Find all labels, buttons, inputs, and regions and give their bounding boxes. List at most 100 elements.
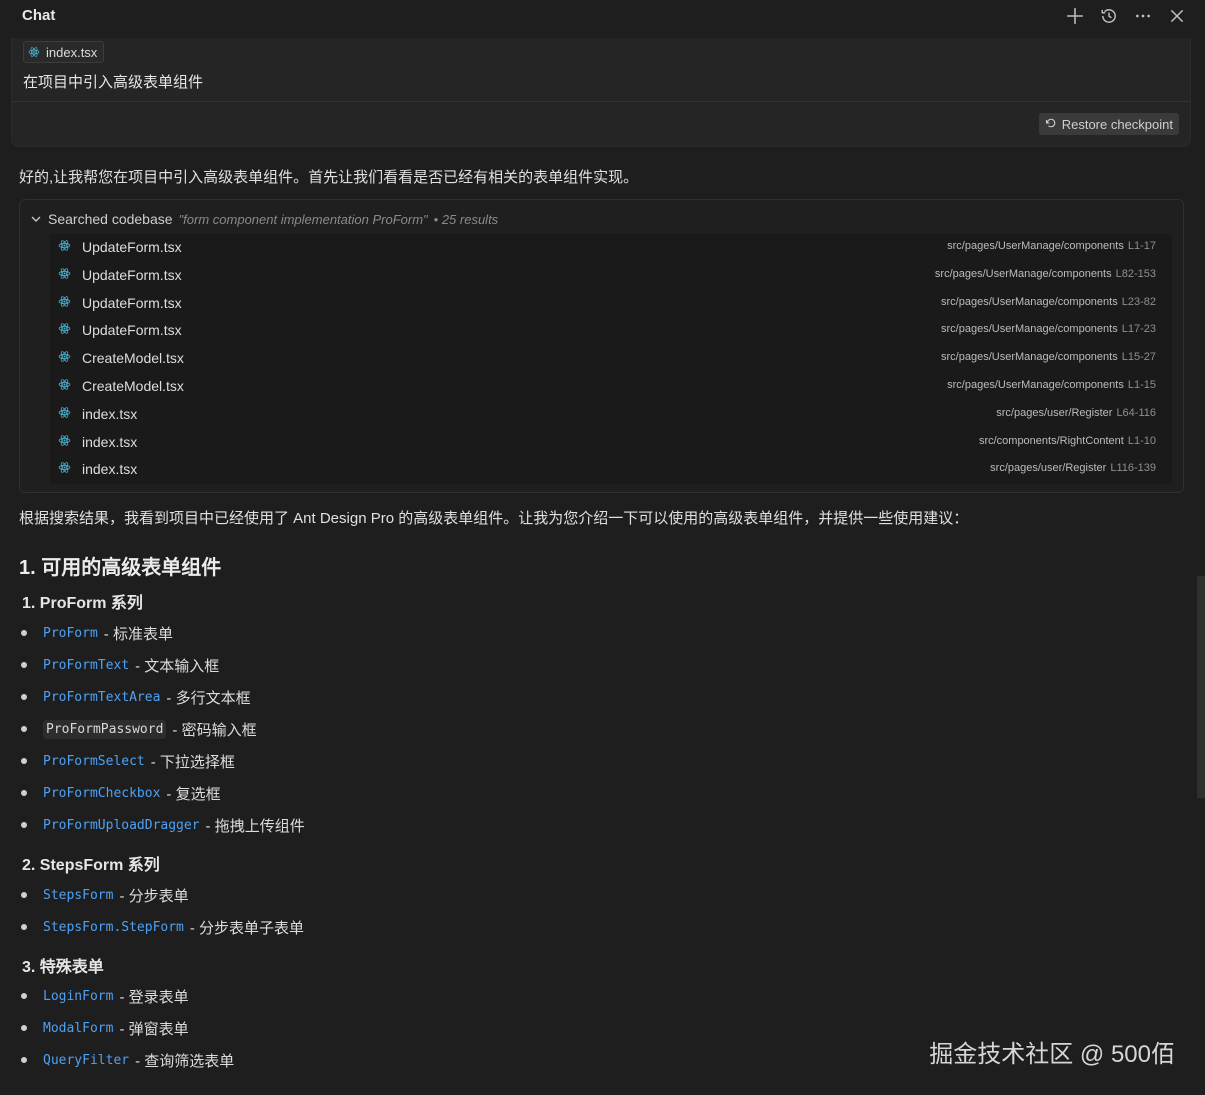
- list-item: ProFormSelect - 下拉选择框: [20, 745, 305, 777]
- list-item: ProFormTextArea - 多行文本框: [20, 681, 305, 713]
- search-query: "form component implementation ProForm": [178, 211, 428, 227]
- result-line-range: L1-15: [1127, 378, 1156, 391]
- result-line-range: L1-10: [1127, 434, 1156, 447]
- close-icon[interactable]: [1167, 6, 1187, 26]
- search-result-row[interactable]: index.tsx src/pages/user/Register L64-116: [50, 401, 1172, 429]
- component-code[interactable]: ProFormSelect: [43, 754, 145, 769]
- search-result-row[interactable]: UpdateForm.tsx src/pages/UserManage/compo…: [50, 317, 1172, 345]
- result-line-range: L17-23: [1121, 323, 1156, 336]
- search-result-row[interactable]: UpdateForm.tsx src/pages/UserManage/compo…: [50, 234, 1172, 262]
- restore-label: Restore checkpoint: [1061, 116, 1173, 132]
- result-path-text: src/pages/UserManage/components: [934, 267, 1112, 280]
- search-label: Searched codebase: [48, 211, 173, 227]
- bullet-dot: [21, 758, 27, 764]
- result-file-path: src/pages/UserManage/components L1-15: [947, 379, 1156, 391]
- react-icon: [58, 378, 71, 391]
- component-code[interactable]: ProFormText: [43, 658, 129, 673]
- component-list: StepsForm - 分步表单 StepsForm.StepForm - 分步表单子…: [20, 879, 304, 943]
- search-results-panel: Searched codebase "form component implem…: [19, 199, 1184, 493]
- component-code[interactable]: StepsForm.StepForm: [43, 920, 184, 935]
- component-code[interactable]: QueryFilter: [43, 1053, 129, 1068]
- react-icon: [58, 295, 71, 308]
- list-item: QueryFilter - 查询筛选表单: [20, 1044, 234, 1076]
- result-file-name: CreateModel.tsx: [82, 377, 184, 394]
- result-path-text: src/pages/UserManage/components: [947, 240, 1124, 252]
- result-file-name: UpdateForm.tsx: [82, 266, 182, 283]
- result-path-text: src/pages/user/Register: [990, 462, 1107, 475]
- component-desc: - 密码输入框: [172, 721, 257, 739]
- bullet-dot: [21, 694, 27, 700]
- component-code[interactable]: ProFormPassword: [43, 719, 167, 739]
- context-file-name: index.tsx: [46, 44, 98, 60]
- component-code[interactable]: ProFormTextArea: [43, 690, 160, 705]
- react-icon: [58, 406, 71, 419]
- chevron-down-icon: [31, 216, 41, 222]
- result-file-path: src/pages/user/Register L64-116: [996, 407, 1156, 419]
- component-list: LoginForm - 登录表单 ModalForm - 弹窗表单 QueryFilte…: [20, 980, 234, 1076]
- component-code[interactable]: StepsForm: [43, 888, 113, 903]
- bullet-dot: [21, 1025, 27, 1031]
- component-desc: - 登录表单: [119, 988, 189, 1006]
- context-file-chip[interactable]: index.tsx: [23, 41, 105, 63]
- react-icon: [58, 267, 71, 280]
- user-message-text: 在项目中引入高级表单组件: [23, 74, 204, 91]
- search-result-row[interactable]: UpdateForm.tsx src/pages/UserManage/compo…: [50, 262, 1172, 290]
- component-code[interactable]: LoginForm: [43, 989, 113, 1004]
- group-title: 2. StepsForm 系列: [22, 857, 160, 874]
- component-code[interactable]: ModalForm: [43, 1021, 113, 1036]
- list-item: ProForm - 标准表单: [20, 617, 305, 649]
- search-header[interactable]: Searched codebase "form component implem…: [30, 211, 498, 227]
- result-file-name: CreateModel.tsx: [82, 350, 184, 367]
- result-file-name: UpdateForm.tsx: [82, 294, 182, 311]
- search-result-row[interactable]: CreateModel.tsx src/pages/UserManage/comp…: [50, 345, 1172, 373]
- bullet-dot: [21, 924, 27, 930]
- component-desc: - 弹窗表单: [119, 1020, 189, 1038]
- component-desc: - 文本输入框: [135, 657, 220, 675]
- component-desc: - 标准表单: [103, 625, 173, 643]
- header-actions: [1065, 6, 1187, 26]
- bullet-dot: [21, 892, 27, 898]
- search-results-list: UpdateForm.tsx src/pages/UserManage/compo…: [50, 234, 1172, 484]
- component-desc: - 分步表单: [119, 887, 189, 905]
- component-desc: - 复选框: [166, 785, 221, 803]
- list-item: ModalForm - 弹窗表单: [20, 1012, 234, 1044]
- group-title: 1. ProForm 系列: [22, 595, 143, 612]
- result-line-range: L64-116: [1116, 406, 1156, 419]
- search-result-row[interactable]: index.tsx src/components/RightContent L1-1…: [50, 429, 1172, 457]
- result-file-name: index.tsx: [82, 433, 138, 450]
- more-icon[interactable]: [1133, 6, 1153, 26]
- result-file-path: src/pages/UserManage/components L15-27: [941, 351, 1156, 363]
- component-code[interactable]: ProForm: [43, 626, 98, 641]
- bullet-dot: [21, 822, 27, 828]
- search-result-row[interactable]: CreateModel.tsx src/pages/UserManage/comp…: [50, 373, 1172, 401]
- scrollbar[interactable]: [1197, 576, 1205, 798]
- result-line-range: L1-17: [1127, 240, 1156, 252]
- result-file-path: src/pages/UserManage/components L23-82: [941, 296, 1156, 308]
- group-title: 3. 特殊表单: [22, 959, 104, 976]
- history-icon[interactable]: [1099, 6, 1119, 26]
- component-desc: - 拖拽上传组件: [205, 817, 305, 835]
- result-path-text: src/pages/UserManage/components: [941, 351, 1118, 364]
- restore-checkpoint-button[interactable]: Restore checkpoint: [1038, 113, 1179, 135]
- component-code[interactable]: ProFormCheckbox: [43, 786, 160, 801]
- list-item: ProFormPassword - 密码输入框: [20, 713, 305, 745]
- result-file-path: src/pages/UserManage/components L1-17: [947, 240, 1156, 252]
- result-file-path: src/pages/user/Register L116-139: [990, 462, 1156, 474]
- search-result-row[interactable]: index.tsx src/pages/user/Register L116-139: [50, 456, 1172, 484]
- component-code[interactable]: ProFormUploadDragger: [43, 818, 200, 833]
- result-path-text: src/pages/user/Register: [996, 406, 1113, 419]
- watermark: 掘金技术社区 @ 500佰: [929, 1041, 1175, 1068]
- result-file-path: src/pages/UserManage/components L82-153: [935, 268, 1156, 280]
- result-path-text: src/pages/UserManage/components: [941, 295, 1118, 308]
- assistant-intro: 好的,让我帮您在项目中引入高级表单组件。首先让我们看看是否已经有相关的表单组件实…: [19, 169, 639, 186]
- react-icon: [58, 322, 71, 335]
- plus-icon[interactable]: [1065, 6, 1085, 26]
- bullet-dot: [21, 726, 27, 732]
- search-result-row[interactable]: UpdateForm.tsx src/pages/UserManage/compo…: [50, 290, 1172, 318]
- bullet-dot: [21, 630, 27, 636]
- react-icon: [58, 434, 71, 447]
- react-icon: [28, 46, 40, 58]
- result-line-range: L23-82: [1121, 295, 1156, 308]
- search-count: • 25 results: [433, 211, 499, 227]
- analysis-text: 根据搜索结果，我看到项目中已经使用了 Ant Design Pro 的高级表单组…: [19, 510, 969, 527]
